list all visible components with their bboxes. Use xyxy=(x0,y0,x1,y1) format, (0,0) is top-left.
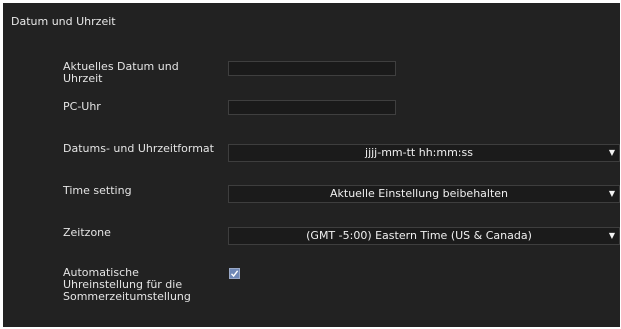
date-time-panel: Datum und Uhrzeit Aktuelles Datum und Uh… xyxy=(3,3,620,327)
timezone-select[interactable]: (GMT -5:00) Eastern Time (US & Canada) ▼ xyxy=(228,227,620,245)
pc-clock-label: PC-Uhr xyxy=(63,100,101,113)
chevron-down-icon: ▼ xyxy=(608,231,615,240)
datetime-format-value: jjjj-mm-tt hh:mm:ss xyxy=(365,146,473,159)
datetime-format-label: Datums- und Uhrzeitformat xyxy=(63,142,214,155)
time-setting-value: Aktuelle Einstellung beibehalten xyxy=(329,187,509,200)
time-setting-select[interactable]: Aktuelle Einstellung beibehalten ▼ xyxy=(228,185,620,203)
dst-label-line3: Sommerzeitumstellung xyxy=(63,290,191,303)
dst-checkbox[interactable] xyxy=(229,268,240,279)
current-datetime-field xyxy=(228,61,396,76)
checkmark-icon xyxy=(230,270,239,278)
chevron-down-icon: ▼ xyxy=(608,148,615,157)
dst-label: Automatische Uhreinstellung für die Somm… xyxy=(63,267,191,303)
time-setting-label: Time setting xyxy=(63,184,132,197)
current-datetime-label-line2: Uhrzeit xyxy=(63,72,103,85)
chevron-down-icon: ▼ xyxy=(608,189,615,198)
timezone-label: Zeitzone xyxy=(63,226,111,239)
timezone-value: (GMT -5:00) Eastern Time (US & Canada) xyxy=(306,229,532,242)
pc-clock-field xyxy=(228,100,396,115)
current-datetime-label: Aktuelles Datum und Uhrzeit xyxy=(63,61,179,85)
section-title: Datum und Uhrzeit xyxy=(11,15,116,28)
datetime-format-select[interactable]: jjjj-mm-tt hh:mm:ss ▼ xyxy=(228,144,620,162)
